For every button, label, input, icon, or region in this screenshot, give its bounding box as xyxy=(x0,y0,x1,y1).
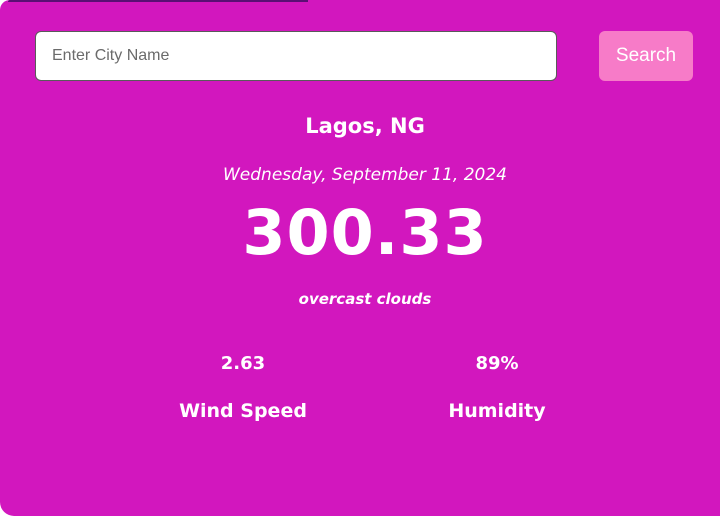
card-top-border xyxy=(8,0,308,2)
search-button[interactable]: Search xyxy=(599,31,693,81)
weather-card: Search Lagos, NG Wednesday, September 11… xyxy=(0,0,720,516)
wind-speed-value: 2.63 xyxy=(220,353,266,374)
humidity-value: 89% xyxy=(475,353,519,374)
city-search-input[interactable] xyxy=(35,31,557,81)
current-date: Wednesday, September 11, 2024 xyxy=(223,165,507,185)
humidity-label: Humidity xyxy=(448,400,546,422)
weather-description: overcast clouds xyxy=(298,290,432,308)
temperature: 300.33 xyxy=(242,196,488,269)
wind-speed-label: Wind Speed xyxy=(179,400,307,422)
search-bar: Search xyxy=(35,31,695,81)
city-name: Lagos, NG xyxy=(305,114,425,138)
